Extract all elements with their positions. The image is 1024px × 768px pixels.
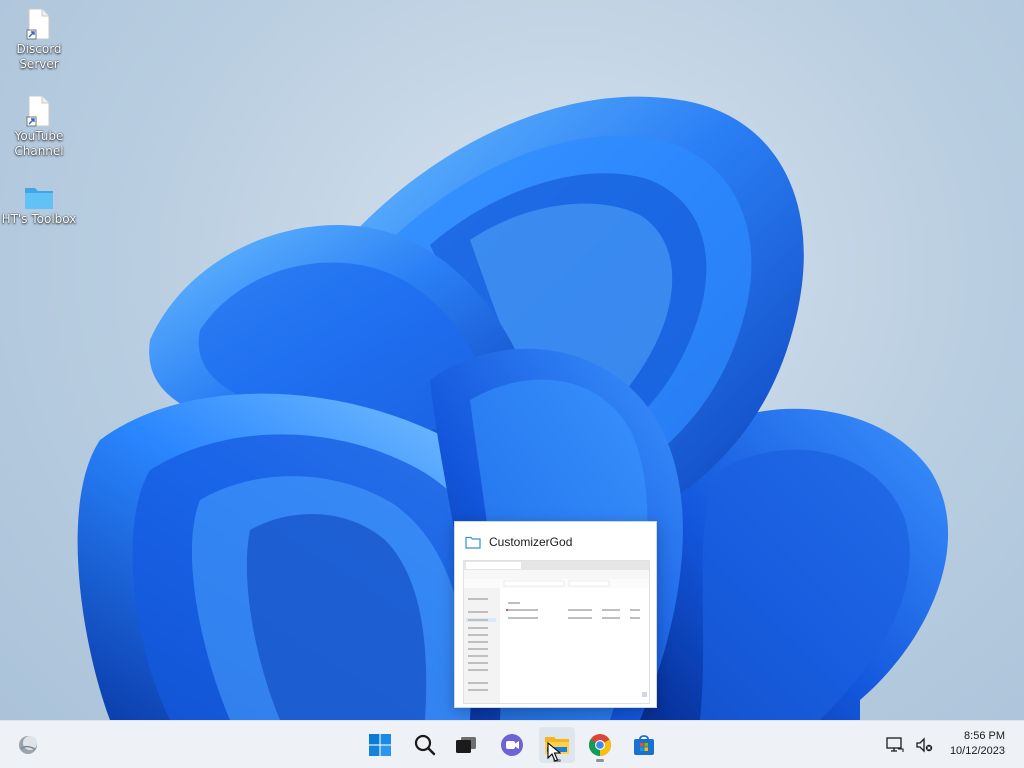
- clock-time: 8:56 PM: [964, 730, 1005, 742]
- folder-outline-icon: [465, 536, 481, 549]
- preview-title: CustomizerGod: [489, 535, 573, 549]
- search-button[interactable]: [407, 727, 443, 763]
- network-tray-button[interactable]: [880, 727, 910, 763]
- shortcut-file-icon: [26, 8, 50, 40]
- window-thumbnail: [463, 560, 650, 704]
- task-view-button[interactable]: [448, 727, 484, 763]
- start-button[interactable]: [362, 727, 398, 763]
- chrome-button[interactable]: [582, 727, 618, 763]
- shortcut-file-icon: [26, 95, 50, 127]
- preview-header: CustomizerGod: [465, 532, 572, 552]
- desktop-icon-hts-toolbox[interactable]: HT's Toolbox: [1, 184, 77, 227]
- task-view-icon: [456, 737, 476, 753]
- volume-muted-icon: [916, 737, 933, 753]
- running-indicator: [596, 759, 604, 762]
- windows-start-icon: [369, 734, 391, 756]
- chrome-icon: [589, 734, 611, 756]
- network-icon: [886, 737, 904, 752]
- volume-tray-button[interactable]: [909, 727, 939, 763]
- widgets-weather-icon: [19, 736, 37, 754]
- store-icon: [634, 735, 654, 755]
- microsoft-store-button[interactable]: [626, 727, 662, 763]
- desktop-icon-label: HT's Toolbox: [1, 212, 77, 226]
- desktop-icon-label: YouTube Channel: [14, 129, 64, 158]
- desktop-icon-youtube-channel[interactable]: YouTube Channel: [1, 95, 77, 159]
- desktop-icon-label: Discord Server: [16, 42, 62, 71]
- chat-button[interactable]: [494, 727, 530, 763]
- desktop-icon-discord-server[interactable]: Discord Server: [1, 8, 77, 72]
- file-explorer-thumbnail-preview[interactable]: CustomizerGod: [454, 521, 657, 708]
- taskbar-clock[interactable]: 8:56 PM 10/12/2023: [950, 729, 1005, 759]
- taskbar: 8:56 PM 10/12/2023: [0, 720, 1024, 768]
- clock-date: 10/12/2023: [949, 745, 1005, 757]
- folder-icon: [25, 188, 53, 209]
- search-icon: [414, 734, 436, 756]
- mouse-cursor-icon: [547, 742, 561, 762]
- widgets-button[interactable]: [10, 727, 46, 763]
- explorer-window-miniature: [464, 561, 649, 703]
- teams-chat-icon: [501, 734, 523, 756]
